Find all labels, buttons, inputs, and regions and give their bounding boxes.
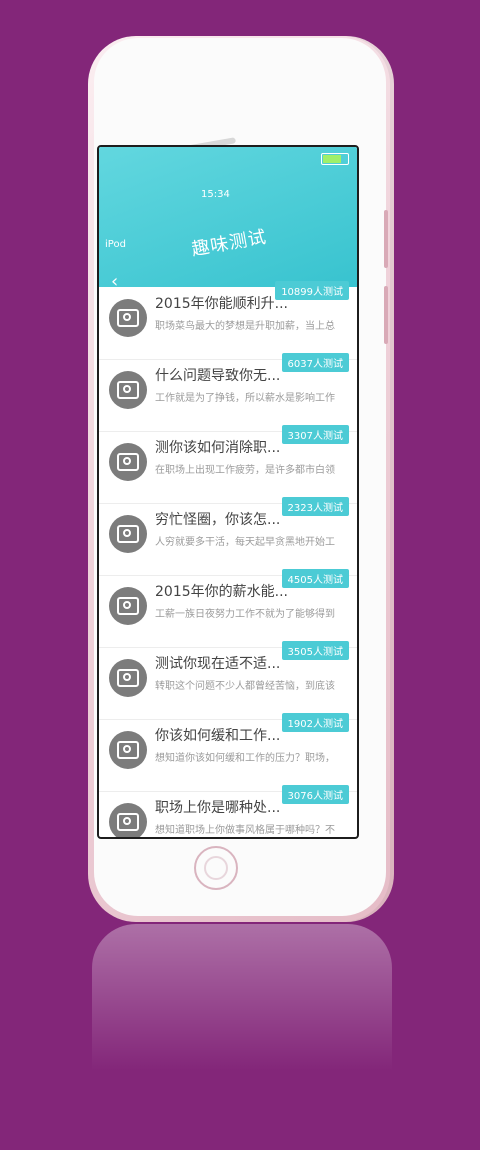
avatar (109, 731, 147, 769)
list-item-title: 测试你现在适不适... (155, 656, 281, 672)
list-item-title: 测你该如何消除职... (155, 440, 281, 456)
list-item-title: 2015年你的薪水能... (155, 584, 288, 600)
list-item[interactable]: 2015年你能顺利升... 职场菜鸟最大的梦想是升职加薪，当上总 10899人测试 (99, 281, 357, 360)
avatar (109, 659, 147, 697)
list-item-title: 你该如何缓和工作... (155, 728, 281, 744)
avatar (109, 515, 147, 553)
volume-up-button (384, 210, 388, 268)
list-item-description: 职场菜鸟最大的梦想是升职加薪，当上总 (155, 321, 335, 332)
list-item-title: 职场上你是哪种处... (155, 800, 281, 816)
camera-icon (117, 741, 139, 759)
camera-icon (117, 381, 139, 399)
camera-icon (117, 309, 139, 327)
battery-level (323, 155, 341, 163)
test-count-badge: 3505人测试 (281, 641, 349, 660)
avatar (109, 371, 147, 409)
list-item-description: 人穷就要多干活，每天起早贪黑地开始工 (155, 537, 335, 548)
test-count-badge: 3307人测试 (281, 425, 349, 444)
list-item[interactable]: 职场上你是哪种处... 想知道职场上你做事风格属于哪种吗？不 3076人测试 (99, 785, 357, 837)
battery-icon (321, 153, 349, 165)
list-item-description: 想知道你该如何缓和工作的压力？职场， (155, 753, 335, 764)
test-count-badge: 10899人测试 (275, 281, 349, 300)
avatar (109, 299, 147, 337)
test-count-badge: 3076人测试 (281, 785, 349, 804)
home-button-ring (204, 856, 228, 880)
camera-icon (117, 453, 139, 471)
list-item-title: 什么问题导致你无... (155, 368, 281, 384)
camera-icon (117, 813, 139, 831)
app-screen: 15:34 iPod 趣味测试 ‹ 2015年你能顺利升... 职场菜鸟最大的梦想… (97, 145, 359, 839)
list-item[interactable]: 2015年你的薪水能... 工薪一族日夜努力工作不就为了能够得到 4505人测试 (99, 569, 357, 648)
reflection-row (120, 978, 346, 1002)
camera-icon (117, 525, 139, 543)
page-title: 趣味测试 (190, 226, 269, 261)
list-item-description: 工作就是为了挣钱，所以薪水是影响工作 (155, 393, 335, 404)
list-item[interactable]: 什么问题导致你无... 工作就是为了挣钱，所以薪水是影响工作 6037人测试 (99, 353, 357, 432)
home-button[interactable] (194, 846, 238, 890)
list-item-title: 2015年你能顺利升... (155, 296, 288, 312)
phone-reflection (92, 924, 392, 1134)
avatar (109, 803, 147, 837)
test-count-badge: 2323人测试 (281, 497, 349, 516)
list-item-description: 转职这个问题不少人都曾经苦恼，到底该 (155, 681, 335, 692)
reflection-row (120, 944, 346, 968)
list-item-description: 在职场上出现工作疲劳，是许多都市白领 (155, 465, 335, 476)
list-item-description: 想知道职场上你做事风格属于哪种吗？不 (155, 825, 335, 836)
avatar (109, 587, 147, 625)
list-item[interactable]: 测你该如何消除职... 在职场上出现工作疲劳，是许多都市白领 3307人测试 (99, 425, 357, 504)
reflection-row (120, 1012, 346, 1036)
list-item[interactable]: 你该如何缓和工作... 想知道你该如何缓和工作的压力？职场， 1902人测试 (99, 713, 357, 792)
list-item[interactable]: 穷忙怪圈，你该怎... 人穷就要多干活，每天起早贪黑地开始工 2323人测试 (99, 497, 357, 576)
test-count-badge: 4505人测试 (281, 569, 349, 588)
test-count-badge: 6037人测试 (281, 353, 349, 372)
list-item[interactable]: 测试你现在适不适... 转职这个问题不少人都曾经苦恼，到底该 3505人测试 (99, 641, 357, 720)
avatar (109, 443, 147, 481)
status-time: 15:34 (201, 189, 230, 200)
camera-icon (117, 669, 139, 687)
list-item-description: 工薪一族日夜努力工作不就为了能够得到 (155, 609, 335, 620)
app-header: 15:34 iPod 趣味测试 ‹ (99, 147, 357, 292)
volume-down-button (384, 286, 388, 344)
status-carrier: iPod (105, 239, 126, 250)
test-count-badge: 1902人测试 (281, 713, 349, 732)
camera-icon (117, 597, 139, 615)
list-item-title: 穷忙怪圈，你该怎... (155, 512, 281, 528)
